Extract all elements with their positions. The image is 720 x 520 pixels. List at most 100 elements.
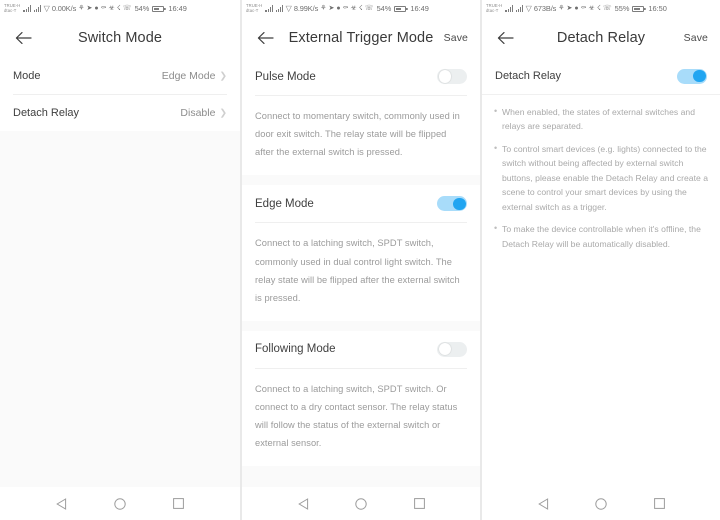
bluetooth-icon: ☇ bbox=[596, 5, 601, 12]
nav-bar-2 bbox=[242, 487, 480, 520]
wifi-icon: ▽ bbox=[285, 3, 292, 13]
screen3-content: Detach Relay • When enabled, the states … bbox=[482, 58, 720, 487]
battery-icon bbox=[632, 5, 646, 12]
nav-home-button[interactable] bbox=[344, 491, 378, 517]
nav-back-button[interactable] bbox=[286, 491, 320, 517]
screen1-content: Mode Edge Mode ❯ Detach Relay Disable ❯ bbox=[0, 58, 240, 487]
signal-bars-icon-1 bbox=[265, 5, 274, 12]
app-bar-3: Detach Relay Save bbox=[482, 17, 720, 58]
row-detach-relay-right bbox=[677, 68, 707, 84]
back-button[interactable] bbox=[494, 27, 516, 49]
note-text: To control smart devices (e.g. lights) c… bbox=[502, 143, 708, 212]
signal-bars-icon-1 bbox=[23, 5, 32, 12]
row-mode-label: Mode bbox=[13, 70, 41, 82]
mode-header-pulse: Pulse Mode bbox=[242, 58, 480, 95]
row-detach-relay-value: Disable bbox=[180, 107, 216, 119]
status-bar-3: TRUE-H dtac-T ▽ 673B/s ⚘ ➤ ● ⚰ ☣ ☇ ☏ 55%… bbox=[482, 0, 720, 17]
tray-icons: ⚘ ➤ ● ⚰ ☣ ☇ ☏ bbox=[78, 5, 131, 12]
facebook-icon: ● bbox=[336, 5, 341, 12]
mode-block-pulse: Pulse Mode Connect to momentary switch, … bbox=[242, 58, 480, 176]
facebook-icon: ● bbox=[574, 5, 579, 12]
nav-recents-button[interactable] bbox=[162, 491, 196, 517]
note-item: • To make the device controllable when i… bbox=[494, 222, 708, 251]
screen2-content: Pulse Mode Connect to momentary switch, … bbox=[242, 58, 480, 487]
note-item: • To control smart devices (e.g. lights)… bbox=[494, 142, 708, 214]
bug-icon: ☣ bbox=[108, 5, 115, 12]
screenshot-root: TRUE-H dtac-T ▽ 0.00K/s ⚘ ➤ ● ⚰ ☣ ☇ ☏ 54… bbox=[0, 0, 720, 520]
network-speed-label: 673B/s bbox=[533, 4, 557, 13]
vpn-icon: ⚘ bbox=[320, 5, 327, 12]
network-speed-label: 0.00K/s bbox=[51, 4, 77, 13]
app-bar-2: External Trigger Mode Save bbox=[242, 17, 480, 58]
signal-bars-icon-1 bbox=[505, 5, 514, 12]
row-mode[interactable]: Mode Edge Mode ❯ bbox=[0, 58, 240, 94]
row-mode-right: Edge Mode ❯ bbox=[162, 70, 227, 82]
mode-title-pulse: Pulse Mode bbox=[255, 70, 316, 83]
note-item: • When enabled, the states of external s… bbox=[494, 105, 708, 134]
nav-bar-1 bbox=[0, 487, 240, 520]
mode-description-following: Connect to a latching switch, SPDT switc… bbox=[255, 383, 458, 449]
back-button[interactable] bbox=[12, 27, 34, 49]
battery-percent-label: 54% bbox=[376, 4, 392, 13]
bullet-icon: • bbox=[494, 142, 498, 153]
facebook-icon: ● bbox=[94, 5, 99, 12]
nav-home-button[interactable] bbox=[584, 491, 618, 517]
network-speed-label: 8.99K/s bbox=[293, 4, 319, 13]
clock-label: 16:50 bbox=[648, 4, 667, 13]
signal-bars-icon-2 bbox=[33, 5, 42, 12]
note-text: To make the device controllable when it'… bbox=[502, 224, 701, 249]
back-button[interactable] bbox=[254, 27, 276, 49]
wifi-icon: ▽ bbox=[43, 3, 50, 13]
row-detach-relay[interactable]: Detach Relay Disable ❯ bbox=[0, 95, 240, 131]
mode-block-following: Following Mode Connect to a latching swi… bbox=[242, 330, 480, 467]
vpn-icon: ⚘ bbox=[78, 5, 85, 12]
nav-back-button[interactable] bbox=[526, 491, 560, 517]
bluetooth-icon: ☇ bbox=[116, 5, 121, 12]
toggle-following-mode[interactable] bbox=[437, 341, 467, 357]
status-bar-1: TRUE-H dtac-T ▽ 0.00K/s ⚘ ➤ ● ⚰ ☣ ☇ ☏ 54… bbox=[0, 0, 240, 17]
bullet-icon: • bbox=[494, 106, 498, 116]
carrier-label: TRUE-H dtac-T bbox=[246, 3, 263, 13]
clock-label: 16:49 bbox=[168, 4, 187, 13]
nav-back-button[interactable] bbox=[44, 491, 78, 517]
telegram-icon: ➤ bbox=[86, 5, 93, 12]
toggle-edge-mode[interactable] bbox=[437, 196, 467, 212]
row-detach-relay-label: Detach Relay bbox=[495, 70, 562, 82]
nav-home-button[interactable] bbox=[103, 491, 137, 517]
battery-icon bbox=[152, 5, 166, 12]
mode-description-edge: Connect to a latching switch, SPDT switc… bbox=[255, 238, 460, 303]
telegram-icon: ➤ bbox=[566, 5, 573, 12]
toggle-detach-relay[interactable] bbox=[677, 68, 707, 84]
battery-percent-label: 54% bbox=[134, 4, 150, 13]
wifi-icon: ▽ bbox=[525, 3, 532, 13]
chevron-right-icon: ❯ bbox=[219, 70, 227, 80]
bluetooth-icon: ☇ bbox=[358, 5, 363, 12]
mode-title-following: Following Mode bbox=[255, 343, 336, 356]
bullet-icon: • bbox=[494, 223, 498, 234]
row-detach-relay-label: Detach Relay bbox=[13, 107, 80, 119]
bug-icon: ☣ bbox=[588, 5, 595, 12]
battery-icon bbox=[394, 5, 408, 12]
screen-external-trigger-mode: TRUE-H dtac-T ▽ 8.99K/s ⚘ ➤ ● ⚰ ☣ ☇ ☏ 54… bbox=[240, 0, 480, 520]
screen-switch-mode: TRUE-H dtac-T ▽ 0.00K/s ⚘ ➤ ● ⚰ ☣ ☇ ☏ 54… bbox=[0, 0, 240, 520]
nav-recents-button[interactable] bbox=[402, 491, 436, 517]
row-mode-value: Edge Mode bbox=[161, 70, 216, 82]
settings-card: Mode Edge Mode ❯ Detach Relay Disable ❯ bbox=[0, 58, 240, 131]
bug-icon: ☣ bbox=[350, 5, 357, 12]
page-title: Switch Mode bbox=[77, 29, 163, 46]
save-button[interactable]: Save bbox=[684, 32, 708, 44]
key-icon: ⚰ bbox=[342, 5, 349, 12]
row-detach-relay-toggle[interactable]: Detach Relay bbox=[482, 58, 720, 94]
save-button[interactable]: Save bbox=[444, 32, 468, 44]
toggle-pulse-mode[interactable] bbox=[437, 69, 467, 84]
tray-icons: ⚘ ➤ ● ⚰ ☣ ☇ ☏ bbox=[558, 5, 611, 12]
call-icon: ☏ bbox=[122, 5, 132, 12]
status-bar-2: TRUE-H dtac-T ▽ 8.99K/s ⚘ ➤ ● ⚰ ☣ ☇ ☏ 54… bbox=[242, 0, 480, 17]
clock-label: 16:49 bbox=[410, 4, 429, 13]
chevron-right-icon: ❯ bbox=[219, 107, 227, 117]
carrier-label: TRUE-H dtac-T bbox=[4, 3, 21, 13]
call-icon: ☏ bbox=[364, 5, 374, 12]
row-detach-relay-right: Disable ❯ bbox=[180, 107, 227, 119]
note-text: When enabled, the states of external swi… bbox=[502, 107, 696, 132]
nav-recents-button[interactable] bbox=[642, 491, 676, 517]
